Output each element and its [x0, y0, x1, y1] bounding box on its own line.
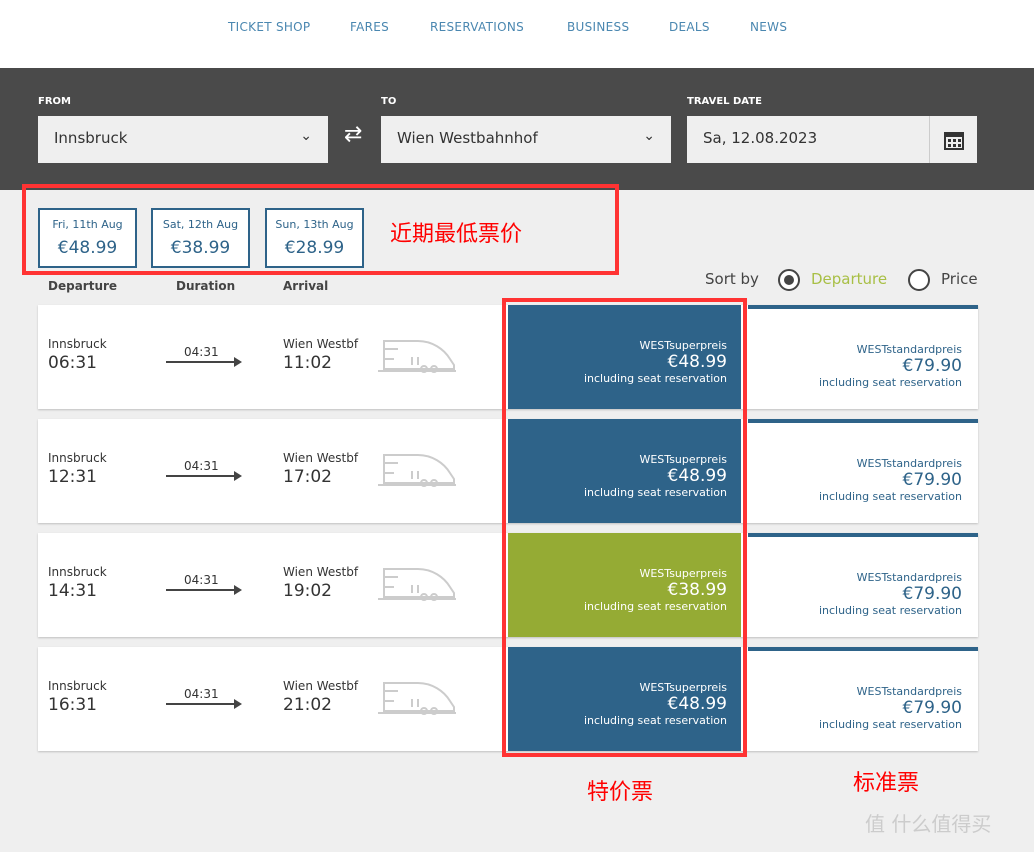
- annotation-lowest: 近期最低票价: [390, 222, 523, 247]
- sort-departure-label[interactable]: Departure: [811, 270, 887, 288]
- departure-station: Innsbruck: [48, 679, 107, 693]
- arrow-right-icon: [166, 471, 242, 481]
- watermark: 值 什么值得买: [865, 812, 992, 836]
- annotation-box-lowest: [22, 184, 619, 275]
- duration: 04:31: [184, 573, 219, 587]
- fare-name: WESTstandardpreis: [856, 571, 962, 584]
- fare-price: €79.90: [902, 470, 962, 490]
- from-label: FROM: [38, 96, 71, 107]
- arrival-station: Wien Westbf: [283, 679, 359, 693]
- departure-time: 06:31: [48, 353, 97, 373]
- standard-price-option[interactable]: WESTstandardpreis €79.90 including seat re…: [748, 533, 978, 637]
- duration: 04:31: [184, 459, 219, 473]
- arrival-station: Wien Westbf: [283, 565, 359, 579]
- fare-name: WESTstandardpreis: [856, 685, 962, 698]
- fare-note: including seat reservation: [818, 376, 962, 389]
- standard-price-option[interactable]: WESTstandardpreis €79.90 including seat re…: [748, 419, 978, 523]
- arrow-right-icon: [166, 585, 242, 595]
- from-value: Innsbruck: [54, 129, 128, 147]
- arrival-time: 17:02: [283, 467, 332, 487]
- sort-departure-radio[interactable]: [778, 269, 800, 291]
- departure-station: Innsbruck: [48, 451, 107, 465]
- departure-station: Innsbruck: [48, 337, 107, 351]
- date-label: TRAVEL DATE: [687, 96, 762, 107]
- arrival-station: Wien Westbf: [283, 337, 359, 351]
- date-input[interactable]: Sa, 12.08.2023: [687, 116, 929, 163]
- nav-fares[interactable]: FARES: [350, 20, 389, 34]
- departure-time: 12:31: [48, 467, 97, 487]
- annotation-special: 特价票: [587, 780, 654, 805]
- arrival-time: 11:02: [283, 353, 332, 373]
- train-icon: [376, 567, 458, 607]
- standard-price-option[interactable]: WESTstandardpreis €79.90 including seat re…: [748, 647, 978, 751]
- calendar-icon[interactable]: [929, 116, 977, 163]
- fare-name: WESTstandardpreis: [856, 343, 962, 356]
- chevron-down-icon: ⌄: [300, 128, 312, 144]
- nav-ticket-shop[interactable]: TICKET SHOP: [228, 20, 310, 34]
- col-duration: Duration: [176, 279, 236, 293]
- arrival-station: Wien Westbf: [283, 451, 359, 465]
- swap-icon[interactable]: ⇄: [344, 122, 362, 147]
- to-value: Wien Westbahnhof: [397, 129, 538, 147]
- fare-price: €79.90: [902, 356, 962, 376]
- sort-label: Sort by: [705, 270, 759, 288]
- departure-time: 16:31: [48, 695, 97, 715]
- arrow-right-icon: [166, 357, 242, 367]
- duration: 04:31: [184, 687, 219, 701]
- fare-price: €79.90: [902, 698, 962, 718]
- to-select[interactable]: Wien Westbahnhof ⌄: [381, 116, 671, 163]
- arrival-time: 19:02: [283, 581, 332, 601]
- duration: 04:31: [184, 345, 219, 359]
- arrival-time: 21:02: [283, 695, 332, 715]
- standard-price-option[interactable]: WESTstandardpreis €79.90 including seat re…: [748, 305, 978, 409]
- sort-price-label[interactable]: Price: [941, 270, 978, 288]
- train-icon: [376, 681, 458, 721]
- top-nav: TICKET SHOP FARES RESERVATIONS BUSINESS …: [0, 0, 1034, 68]
- col-arrival: Arrival: [283, 279, 329, 293]
- departure-time: 14:31: [48, 581, 97, 601]
- arrow-right-icon: [166, 699, 242, 709]
- nav-news[interactable]: NEWS: [750, 20, 787, 34]
- fare-note: including seat reservation: [818, 490, 962, 503]
- train-icon: [376, 339, 458, 379]
- nav-deals[interactable]: DEALS: [669, 20, 710, 34]
- from-select[interactable]: Innsbruck ⌄: [38, 116, 328, 163]
- date-value: Sa, 12.08.2023: [703, 129, 818, 147]
- train-icon: [376, 453, 458, 493]
- nav-reservations[interactable]: RESERVATIONS: [430, 20, 524, 34]
- fare-note: including seat reservation: [818, 604, 962, 617]
- fare-price: €79.90: [902, 584, 962, 604]
- annotation-standard: 标准票: [853, 771, 920, 796]
- nav-business[interactable]: BUSINESS: [567, 20, 629, 34]
- to-label: TO: [381, 96, 397, 107]
- departure-station: Innsbruck: [48, 565, 107, 579]
- annotation-box-special: [502, 298, 747, 757]
- chevron-down-icon: ⌄: [643, 128, 655, 144]
- sort-price-radio[interactable]: [908, 269, 930, 291]
- fare-name: WESTstandardpreis: [856, 457, 962, 470]
- col-departure: Departure: [48, 279, 118, 293]
- fare-note: including seat reservation: [818, 718, 962, 731]
